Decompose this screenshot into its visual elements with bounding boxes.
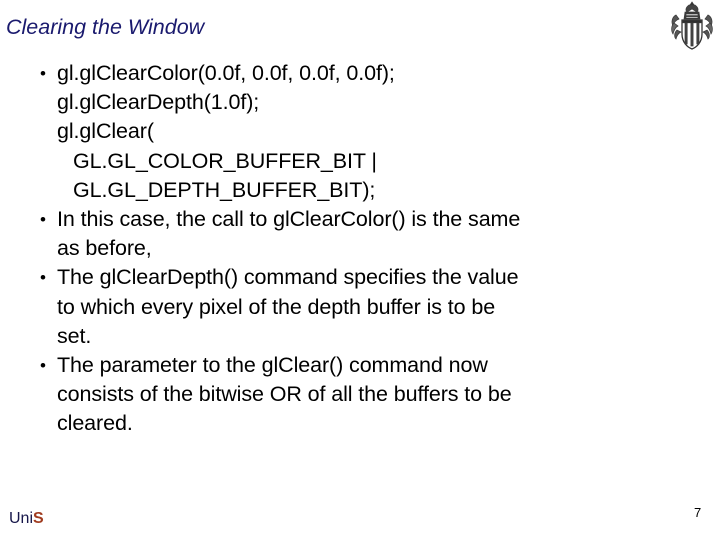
- logo-text-s: S: [33, 510, 44, 527]
- university-crest-icon: [668, 1, 716, 51]
- code-line: gl.glClearColor(0.0f, 0.0f, 0.0f, 0.0f);: [57, 61, 395, 85]
- bullet-text-line: consists of the bitwise OR of all the bu…: [57, 382, 512, 407]
- page-number: 7: [694, 505, 702, 520]
- bullet-text-line: The parameter to the glClear() command n…: [57, 353, 488, 378]
- bullet-marker: •: [40, 268, 46, 288]
- slide-canvas: Clearing the Window • gl.glClearColor(0.…: [0, 0, 720, 540]
- code-line: GL.GL_COLOR_BUFFER_BIT |: [73, 148, 377, 173]
- bullet-text-line: cleared.: [57, 411, 133, 436]
- bullet-marker: •: [40, 210, 46, 230]
- bullet-text-line: The glClearDepth() command specifies the…: [57, 265, 519, 290]
- bullet-text-line: In this case, the call to glClearColor()…: [57, 207, 521, 232]
- code-line: gl.glClearDepth(1.0f);: [57, 90, 260, 115]
- page-title: Clearing the Window: [6, 15, 205, 39]
- code-line: GL.GL_DEPTH_BUFFER_BIT);: [73, 177, 376, 202]
- bullet-list: • gl.glClearColor(0.0f, 0.0f, 0.0f, 0.0f…: [0, 59, 700, 439]
- list-item: • The glClearDepth() command specifies t…: [0, 263, 700, 351]
- bullet-text-line: set.: [57, 323, 92, 348]
- unis-footer-logo: UniS: [9, 510, 44, 528]
- bullet-text-line: to which every pixel of the depth buffer…: [57, 294, 496, 319]
- bullet-marker: •: [40, 356, 46, 376]
- bullet-text-line: as before,: [57, 236, 152, 261]
- list-item: • The parameter to the glClear() command…: [0, 351, 700, 439]
- logo-text-uni: Uni: [9, 510, 34, 527]
- list-item: • In this case, the call to glClearColor…: [0, 205, 700, 263]
- bullet-marker: •: [40, 64, 46, 83]
- list-item: • gl.glClearColor(0.0f, 0.0f, 0.0f, 0.0f…: [0, 59, 700, 205]
- code-line: gl.glClear(: [57, 119, 154, 144]
